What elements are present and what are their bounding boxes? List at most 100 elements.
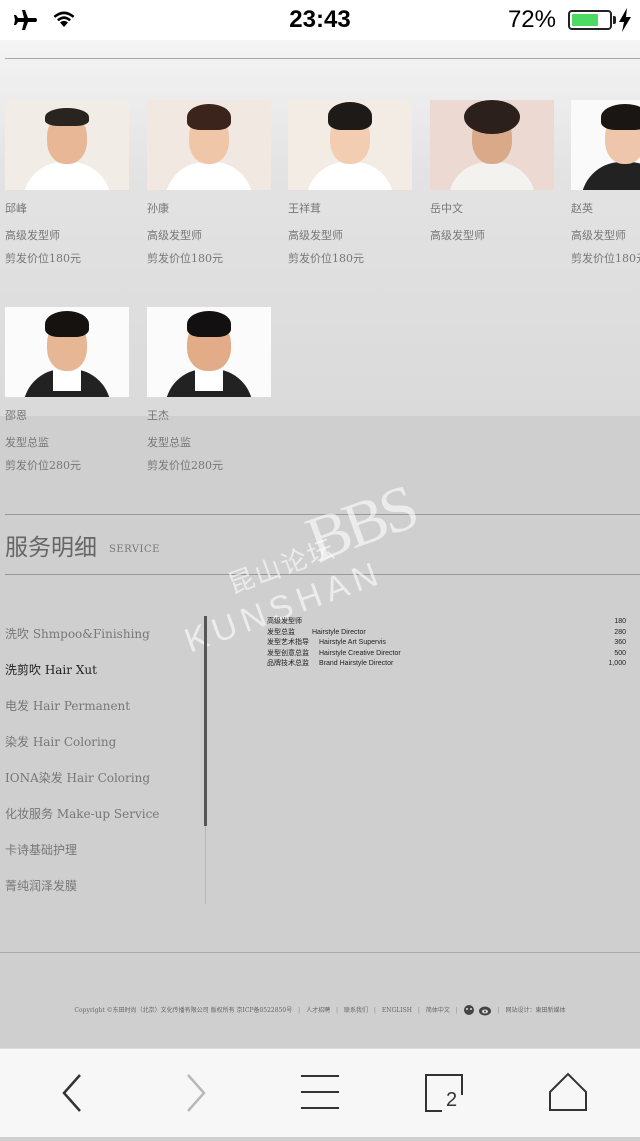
shirt	[165, 369, 253, 397]
separator: |	[497, 1006, 500, 1014]
battery-icon	[568, 10, 612, 30]
stylist-card[interactable]: 王杰 发型总监 剪发价位280元	[147, 307, 271, 473]
separator: |	[336, 1006, 339, 1014]
shirt	[165, 162, 253, 190]
price-row-en: Hairstyle Creative Director	[319, 649, 401, 657]
battery-percent: 72%	[507, 6, 556, 33]
service-item[interactable]: 化妆服务 Make-up Service	[5, 796, 159, 832]
shirt	[581, 162, 640, 190]
charging-bolt-icon	[619, 8, 631, 32]
stylist-photo	[288, 100, 412, 190]
service-item[interactable]: 卡诗基础护理	[5, 832, 159, 868]
separator: |	[298, 1006, 301, 1014]
price-row-price: 180	[614, 618, 626, 625]
menu-scrollbar[interactable]	[204, 616, 207, 826]
shirt	[23, 162, 111, 190]
hair	[464, 100, 520, 134]
stylist-card[interactable]: 孙康 高级发型师 剪发价位180元	[147, 100, 271, 266]
price-row-cn: 发型总监	[267, 628, 295, 636]
weibo-icon[interactable]	[478, 1004, 494, 1016]
status-bar: 23:43 72%	[0, 0, 640, 40]
price-row-en: Hairstyle Art Supervis	[319, 639, 386, 646]
battery-level	[572, 14, 598, 26]
footer-link-chinese[interactable]: 简体中文	[426, 1007, 450, 1014]
footer-link-jobs[interactable]: 人才招聘	[306, 1007, 330, 1014]
stylist-photo	[5, 307, 129, 397]
service-item[interactable]: IONA染发 Hair Coloring	[5, 760, 159, 796]
footer-link-english[interactable]: ENGLISH	[382, 1007, 412, 1014]
stylist-title: 高级发型师	[571, 229, 626, 242]
price-row-en: Hairstyle Director	[312, 628, 366, 636]
service-item[interactable]: 菁纯润泽发膜	[5, 868, 159, 904]
footer: Copyright ©东田时尚（北京）文化传播有限公司 版权所有 京ICP备05…	[0, 1004, 640, 1016]
price-row-cn: 发型创意总监	[267, 649, 309, 657]
douban-icon[interactable]	[462, 1004, 476, 1016]
price-row-en: Brand Hairstyle Director	[319, 660, 394, 667]
price-row: 发型创意总监 Hairstyle Creative Director 500	[267, 649, 626, 660]
hair	[601, 104, 640, 130]
forward-button[interactable]	[156, 1049, 236, 1137]
battery-cap	[613, 16, 616, 24]
stylist-name: 赵英	[571, 202, 593, 215]
menu-icon	[301, 1075, 339, 1109]
stylist-photo	[147, 307, 271, 397]
stylist-name: 邱峰	[5, 202, 27, 215]
hair	[45, 311, 89, 337]
service-item[interactable]: 洗吹 Shmpoo&Finishing	[5, 616, 159, 652]
price-row-price: 360	[614, 639, 626, 646]
separator: |	[455, 1006, 458, 1014]
footer-link-contact[interactable]: 联系我们	[344, 1007, 368, 1014]
stylist-name: 王杰	[147, 409, 169, 422]
tabs-button[interactable]: 2	[404, 1049, 484, 1137]
chevron-left-icon	[62, 1074, 81, 1112]
home-button[interactable]	[528, 1049, 608, 1137]
stylist-card[interactable]: 岳中文 高级发型师	[430, 100, 554, 250]
hair	[328, 102, 372, 130]
stylist-title: 高级发型师	[430, 229, 485, 242]
tabs-icon	[425, 1074, 463, 1112]
price-row-cn: 品牌技术总监	[267, 660, 309, 667]
service-item-active[interactable]: 洗剪吹 Hair Xut	[5, 652, 159, 688]
separator: |	[373, 1006, 376, 1014]
stylist-price: 剪发价位180元	[147, 252, 223, 265]
collar	[195, 369, 223, 391]
price-row-price: 1,000	[608, 660, 626, 667]
menu-button[interactable]	[280, 1049, 360, 1137]
stylist-card[interactable]: 邱峰 高级发型师 剪发价位180元	[5, 100, 129, 266]
shirt	[23, 369, 111, 397]
collar	[53, 369, 81, 391]
stylist-name: 邵恩	[5, 409, 27, 422]
chevron-right-icon	[187, 1074, 206, 1112]
price-row: 品牌技术总监 Brand Hairstyle Director 1,000	[267, 659, 626, 670]
stylist-photo	[430, 100, 554, 190]
stylist-title: 发型总监	[147, 436, 191, 449]
stylist-card[interactable]: 赵英 高级发型师 剪发价位180元	[571, 100, 640, 266]
stylist-card[interactable]: 王祥茸 高级发型师 剪发价位180元	[288, 100, 412, 266]
stylist-card[interactable]: 邵恩 发型总监 剪发价位280元	[5, 307, 129, 473]
tab-count: 2	[446, 1089, 458, 1111]
separator: |	[417, 1006, 420, 1014]
service-title: 服务明细	[5, 535, 97, 561]
stylist-photo	[147, 100, 271, 190]
service-item[interactable]: 染发 Hair Coloring	[5, 724, 159, 760]
stylist-photo	[571, 100, 640, 190]
stylist-title: 发型总监	[5, 436, 49, 449]
hair	[45, 108, 89, 126]
stylist-name: 王祥茸	[288, 202, 321, 215]
price-row: 发型艺术指导 Hairstyle Art Supervis 360	[267, 638, 626, 649]
price-row: 高级发型师 180	[267, 617, 626, 628]
browser-toolbar: 2	[0, 1048, 640, 1137]
stylist-name: 岳中文	[430, 202, 463, 215]
hair	[187, 311, 231, 337]
stylist-title: 高级发型师	[147, 229, 202, 242]
design-credit[interactable]: 网站设计：東田新媒体	[506, 1007, 566, 1014]
divider	[0, 952, 640, 953]
stylist-price: 剪发价位180元	[288, 252, 364, 265]
shirt	[306, 162, 394, 190]
service-item[interactable]: 电发 Hair Permanent	[5, 688, 159, 724]
service-menu: 洗吹 Shmpoo&Finishing 洗剪吹 Hair Xut 电发 Hair…	[5, 616, 159, 904]
divider	[5, 58, 640, 59]
stylist-price: 剪发价位180元	[571, 252, 640, 265]
price-row-cn: 高级发型师	[267, 618, 302, 625]
back-button[interactable]	[32, 1049, 112, 1137]
